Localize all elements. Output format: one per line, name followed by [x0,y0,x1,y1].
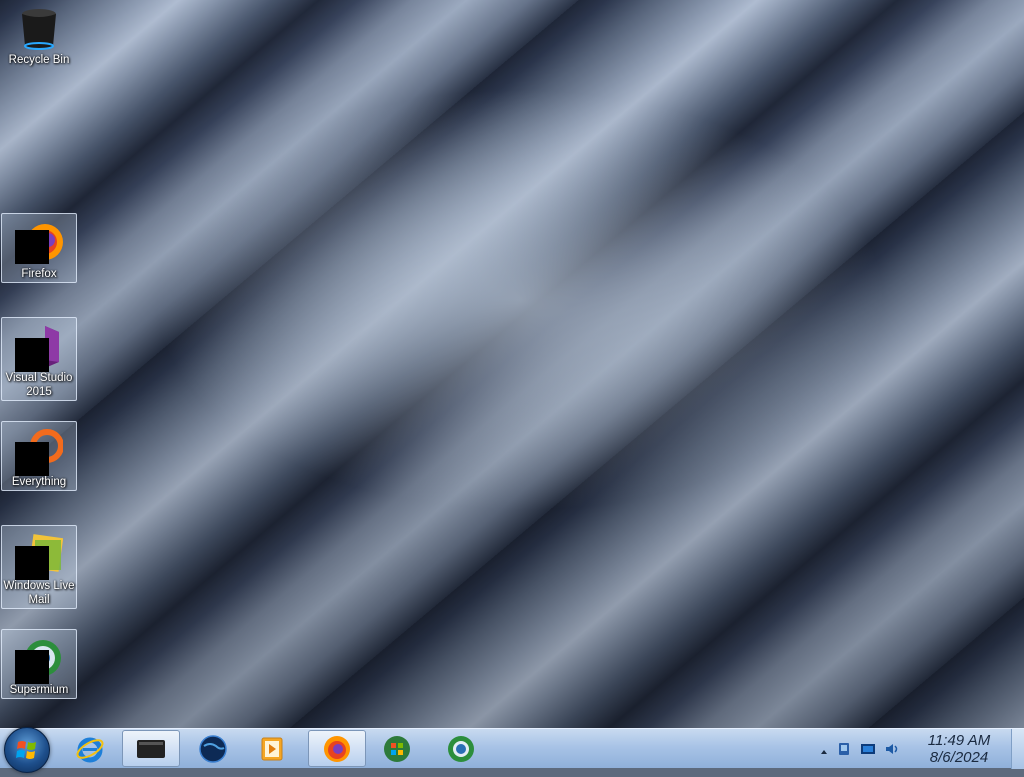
desktop-icon-visual-studio-2015[interactable]: Visual Studio 2015 [1,317,77,401]
desktop-icon-label: Windows Live Mail [3,580,75,606]
media-player-icon [261,737,283,760]
supermium-icon [448,735,474,762]
desktop-icon-label: Everything [11,476,67,488]
clock-date: 8/6/2024 [929,749,989,766]
windows-start-orb-icon [16,741,36,759]
volume-tray-item[interactable] [884,741,900,762]
recycle-bin-icon [19,6,59,52]
show-desktop-button[interactable] [1011,729,1024,769]
display-tray-item[interactable] [860,741,876,762]
taskbar-windows-update[interactable] [368,730,426,767]
display-icon [861,744,875,754]
visual-studio-icon [15,322,63,372]
internet-explorer-icon [76,737,104,762]
show-hidden-icons-button[interactable] [820,743,828,761]
clock-time: 11:49 AM [927,732,991,749]
taskbar-firefox[interactable] [308,730,366,767]
show-hidden-icons-arrow [821,750,827,754]
taskbar-clock[interactable]: 11:49 AM 8/6/2024 [922,732,996,766]
system-tray: 11:49 AM 8/6/2024 [814,729,1024,769]
taskbar-terminal[interactable] [122,730,180,767]
taskbar: 11:49 AM 8/6/2024 [0,727,1024,773]
desktop-icon-label: Visual Studio 2015 [5,372,73,398]
desktop-icon-supermium[interactable]: Supermium [1,629,77,699]
desktop-icon-recycle-bin[interactable]: Recycle Bin [1,4,77,67]
everything-icon [15,426,64,476]
taskbar-globe[interactable] [184,730,242,767]
supermium-icon [15,634,63,684]
windows-live-mail-icon [15,530,64,580]
desktop-icon-label: Supermium [9,684,69,696]
network-tray-item[interactable] [836,741,852,762]
firefox-icon [15,218,63,266]
windows-update-icon [384,735,410,762]
desktop-icon-firefox[interactable]: Firefox [1,213,77,283]
volume-icon [886,744,898,754]
globe-icon [199,734,227,763]
desktop-icon-label: Recycle Bin [8,54,70,66]
desktop-icon-windows-live-mail[interactable]: Windows Live Mail [1,525,77,609]
desktop: Recycle Bin Firefox Visual Studio 2015 E… [0,0,1024,728]
network-icon [839,743,849,755]
start-button[interactable] [4,727,50,773]
taskbar-media-player[interactable] [243,730,301,767]
desktop-icon-label: Firefox [21,268,57,280]
taskbar-internet-explorer[interactable] [61,730,119,767]
terminal-icon [137,739,165,758]
taskbar-supermium[interactable] [432,730,490,767]
firefox-icon [324,735,350,762]
desktop-icon-everything[interactable]: Everything [1,421,77,491]
